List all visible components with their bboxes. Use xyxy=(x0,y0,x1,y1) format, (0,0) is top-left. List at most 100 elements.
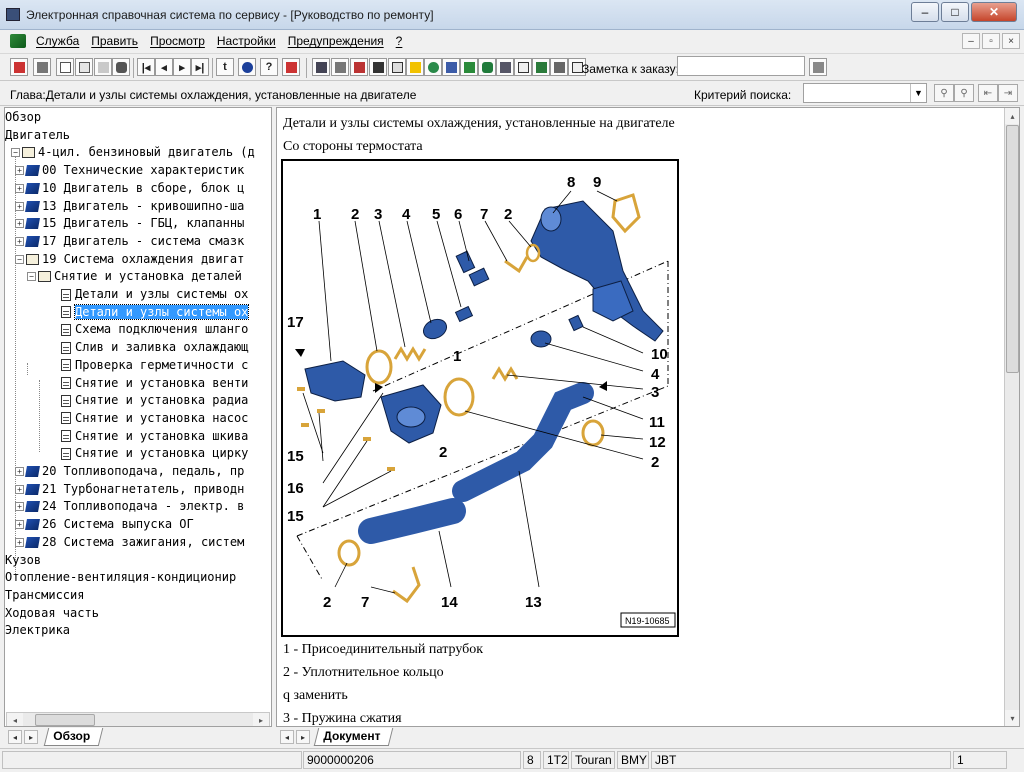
tree-item[interactable]: Трансмиссия xyxy=(5,587,84,604)
tab-next-icon[interactable]: ▸ xyxy=(24,730,38,744)
chevron-down-icon[interactable]: ▼ xyxy=(910,84,926,102)
tab-overview[interactable]: Обзор xyxy=(43,728,104,746)
search-criteria-select[interactable]: ▼ xyxy=(803,83,927,103)
collapse-icon[interactable]: − xyxy=(15,254,24,264)
app-menu-icon[interactable] xyxy=(10,34,26,48)
tree-item[interactable]: Снятие и установка венти xyxy=(61,375,248,392)
edit-doc-icon[interactable] xyxy=(75,58,93,76)
globe-icon[interactable] xyxy=(424,58,442,76)
gear-pencil-icon[interactable] xyxy=(550,58,568,76)
tab-prev-icon[interactable]: ◂ xyxy=(8,730,22,744)
tree-item[interactable]: +17 Двигатель - система смазк xyxy=(15,233,244,250)
green-book-icon[interactable] xyxy=(532,58,550,76)
save-disk-icon[interactable] xyxy=(442,58,460,76)
collapse-icon[interactable]: − xyxy=(27,272,36,282)
scroll-thumb[interactable] xyxy=(35,714,95,726)
tree-item[interactable]: Ходовая часть xyxy=(5,605,99,622)
tree-item[interactable]: Проверка герметичности с xyxy=(61,357,248,374)
collapse-icon[interactable]: − xyxy=(11,148,20,158)
sync-right-icon[interactable]: ⇥ xyxy=(998,84,1018,102)
close-button[interactable]: ✕ xyxy=(971,2,1017,22)
overview-tree-panel[interactable]: Обзор Двигатель − 4-цил. бензиновый двигате… xyxy=(4,107,272,727)
tree-item[interactable]: +10 Двигатель в сборе, блок ц xyxy=(15,180,244,197)
menu-edit[interactable]: Править xyxy=(85,34,144,48)
tree-item[interactable]: Детали и узлы системы ох xyxy=(61,303,250,321)
mdi-close-button[interactable]: × xyxy=(1002,33,1020,49)
tab-next-icon[interactable]: ▸ xyxy=(296,730,310,744)
tree-item[interactable]: +24 Топливоподача - электр. в xyxy=(15,498,244,515)
green-tool-icon[interactable] xyxy=(460,58,478,76)
expand-icon[interactable]: + xyxy=(15,219,24,229)
menu-view[interactable]: Просмотр xyxy=(144,34,211,48)
warning-icon[interactable] xyxy=(406,58,424,76)
info-icon[interactable] xyxy=(238,58,256,76)
car-doc-icon[interactable] xyxy=(94,58,112,76)
tree-item[interactable]: +15 Двигатель - ГБЦ, клапанны xyxy=(15,215,244,232)
scroll-thumb[interactable] xyxy=(1006,125,1019,373)
tab-document[interactable]: Документ xyxy=(313,728,394,746)
scroll-up-icon[interactable]: ▴ xyxy=(1005,108,1019,124)
tree-item[interactable]: − 19 Система охлаждения двигат xyxy=(15,251,244,268)
document-vertical-scrollbar[interactable]: ▴ ▾ xyxy=(1004,108,1019,726)
menu-service[interactable]: Служба xyxy=(30,34,85,48)
scroll-left-icon[interactable]: ◂ xyxy=(7,713,23,726)
exit-icon[interactable] xyxy=(10,58,28,76)
tree-item[interactable]: Схема подключения шланго xyxy=(61,321,248,338)
menu-warnings[interactable]: Предупреждения xyxy=(282,34,390,48)
tree-item[interactable]: Снятие и установка шкива xyxy=(61,428,248,445)
mdi-restore-button[interactable]: ▫ xyxy=(982,33,1000,49)
maximize-button[interactable]: □ xyxy=(941,2,969,22)
tree-item[interactable]: Снятие и установка цирку xyxy=(61,445,248,462)
car-edit-icon[interactable] xyxy=(496,58,514,76)
wiring-icon[interactable] xyxy=(369,58,387,76)
tree-item[interactable]: +13 Двигатель - кривошипно-ша xyxy=(15,198,244,215)
tree-item[interactable]: +21 Турбонагнетатель, приводн xyxy=(15,481,244,498)
back-to-top-icon[interactable]: t xyxy=(216,58,234,76)
note-edit-icon[interactable] xyxy=(809,58,827,76)
expand-icon[interactable]: + xyxy=(15,166,24,176)
scroll-right-icon[interactable]: ▸ xyxy=(253,713,269,726)
expand-icon[interactable]: + xyxy=(15,183,24,193)
swap-arrows-icon[interactable] xyxy=(282,58,300,76)
engine-icon[interactable] xyxy=(331,58,349,76)
order-note-field[interactable] xyxy=(677,56,805,76)
new-doc-icon[interactable] xyxy=(56,58,74,76)
tree-item[interactable]: Отопление-вентиляция-кондиционир xyxy=(5,569,236,586)
expand-icon[interactable]: + xyxy=(15,537,24,547)
car-green-icon[interactable] xyxy=(478,58,496,76)
list-doc-icon[interactable] xyxy=(388,58,406,76)
expand-icon[interactable]: + xyxy=(15,236,24,246)
checklist-icon[interactable] xyxy=(514,58,532,76)
search-back-icon[interactable]: ⚲ xyxy=(954,84,974,102)
tree-item[interactable]: Снятие и установка радиа xyxy=(61,392,248,409)
last-page-icon[interactable]: ▸| xyxy=(191,58,209,76)
tree-item[interactable]: Кузов xyxy=(5,552,41,569)
tree-item[interactable]: Двигатель xyxy=(5,127,70,144)
tab-prev-icon[interactable]: ◂ xyxy=(280,730,294,744)
document-panel[interactable]: Детали и узлы системы охлаждения, устано… xyxy=(276,107,1020,727)
scroll-down-icon[interactable]: ▾ xyxy=(1005,710,1019,726)
tree-horizontal-scrollbar[interactable]: ◂ ▸ xyxy=(6,712,270,726)
minimize-button[interactable]: – xyxy=(911,2,939,22)
tree-item[interactable]: Снятие и установка насос xyxy=(61,410,248,427)
menu-settings[interactable]: Настройки xyxy=(211,34,282,48)
tree-item[interactable]: Электрика xyxy=(5,622,70,639)
previous-page-icon[interactable]: ◂ xyxy=(155,58,173,76)
tree-item[interactable]: Слив и заливка охлаждающ xyxy=(61,339,248,356)
expand-icon[interactable]: + xyxy=(15,520,24,530)
menu-help[interactable]: ? xyxy=(390,34,409,48)
tree-item[interactable]: Детали и узлы системы ох xyxy=(61,286,248,303)
tree-item[interactable]: +00 Технические характеристик xyxy=(15,162,244,179)
expand-icon[interactable]: + xyxy=(15,484,24,494)
expand-icon[interactable]: + xyxy=(15,502,24,512)
first-page-icon[interactable]: |◂ xyxy=(137,58,155,76)
tree-item[interactable]: +26 Система выпуска ОГ xyxy=(15,516,194,533)
tree-item[interactable]: +20 Топливоподача, педаль, пр xyxy=(15,463,244,480)
book-red-icon[interactable] xyxy=(350,58,368,76)
search-forward-icon[interactable]: ⚲ xyxy=(934,84,954,102)
calculator-icon[interactable] xyxy=(312,58,330,76)
print-icon[interactable] xyxy=(33,58,51,76)
tree-item[interactable]: − Снятие и установка деталей xyxy=(27,268,242,285)
next-page-icon[interactable]: ▸ xyxy=(173,58,191,76)
help-question-icon[interactable]: ? xyxy=(260,58,278,76)
